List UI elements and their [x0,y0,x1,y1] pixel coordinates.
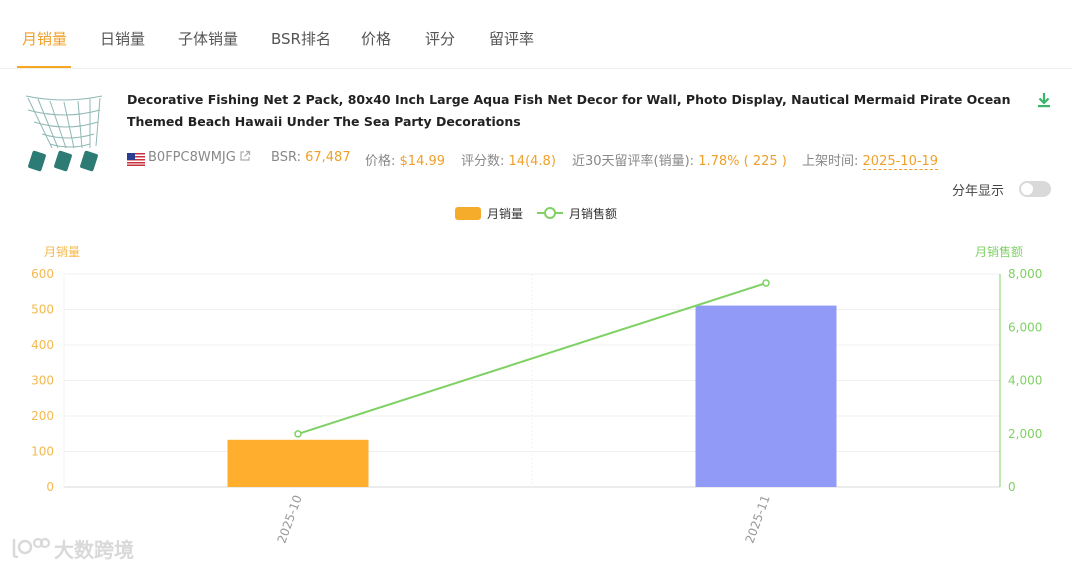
right-axis-tick-label: 6,000 [1008,320,1042,334]
x-axis-tick-label: 2025-10 [275,493,305,545]
watermark-logo-icon [12,537,50,559]
monthly-sales-chart: 0 100 200 300 400 500 600 0 2,000 4,000 6,000 8,000… [31,267,1042,545]
left-axis-tick-label: 400 [31,338,54,352]
left-axis-tick-label: 100 [31,445,54,459]
left-axis-tick-label: 0 [46,480,54,494]
bar-monthly-sales [227,439,369,487]
x-axis-tick-label: 2025-11 [743,493,773,545]
left-axis-tick-label: 600 [31,267,54,281]
right-axis-tick-label: 4,000 [1008,374,1042,388]
left-axis-tick-label: 200 [31,409,54,423]
right-axis-tick-label: 0 [1008,480,1016,494]
watermark-text: 大数跨境 [54,538,134,562]
bar-monthly-sales [695,305,837,487]
right-axis-tick-label: 8,000 [1008,267,1042,281]
left-axis-tick-label: 500 [31,303,54,317]
point-monthly-revenue [762,279,770,287]
point-monthly-revenue [294,430,302,438]
right-axis-tick-label: 2,000 [1008,427,1042,441]
left-axis-tick-label: 300 [31,374,54,388]
